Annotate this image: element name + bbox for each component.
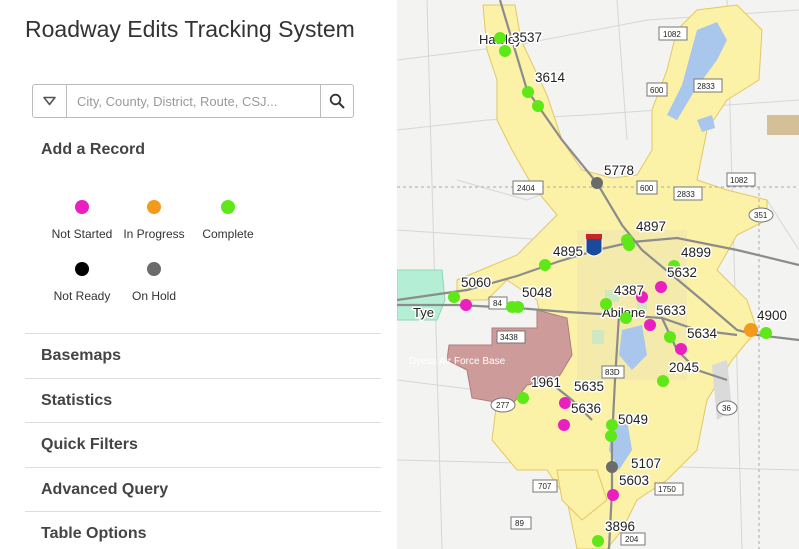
record-label: 4897 bbox=[636, 219, 666, 234]
legend-item-on-hold: On Hold bbox=[109, 262, 199, 303]
record-marker[interactable] bbox=[448, 291, 460, 303]
record-marker[interactable] bbox=[607, 489, 619, 501]
shield-label: 2404 bbox=[517, 184, 535, 193]
record-marker[interactable] bbox=[532, 100, 544, 112]
record-marker[interactable] bbox=[606, 419, 618, 431]
in-progress-dot bbox=[147, 200, 161, 214]
record-label: 5633 bbox=[656, 303, 686, 318]
shield-label: 1082 bbox=[663, 30, 681, 39]
shield-label: 83D bbox=[605, 368, 620, 377]
record-marker[interactable] bbox=[494, 32, 506, 44]
record-label: 5636 bbox=[571, 401, 601, 416]
record-marker[interactable] bbox=[517, 392, 529, 404]
record-label: 5048 bbox=[522, 285, 552, 300]
record-label: 5778 bbox=[604, 163, 634, 178]
section-table-options[interactable]: Table Options bbox=[25, 511, 381, 549]
record-marker[interactable] bbox=[655, 281, 667, 293]
search-source-dropdown[interactable] bbox=[33, 85, 67, 117]
record-label: 3537 bbox=[512, 30, 542, 45]
legend-label: On Hold bbox=[131, 289, 177, 303]
record-label: 5635 bbox=[574, 379, 604, 394]
record-marker[interactable] bbox=[539, 259, 551, 271]
record-label: 5060 bbox=[461, 275, 491, 290]
town-label: Tye bbox=[413, 305, 434, 320]
record-label: 2045 bbox=[669, 360, 699, 375]
town-label: Dyess Air Force Base bbox=[409, 356, 506, 367]
interstate-shield-icon bbox=[585, 234, 603, 257]
search-bar bbox=[32, 84, 354, 118]
app-title: Roadway Edits Tracking System bbox=[25, 16, 355, 42]
record-marker[interactable] bbox=[644, 319, 656, 331]
record-marker[interactable] bbox=[499, 45, 511, 57]
record-marker[interactable] bbox=[592, 535, 604, 547]
shield-label: 277 bbox=[496, 401, 510, 410]
record-marker[interactable] bbox=[623, 239, 635, 251]
record-marker[interactable] bbox=[657, 375, 669, 387]
search-icon bbox=[329, 93, 345, 109]
shield-label: 1750 bbox=[658, 485, 676, 494]
record-marker[interactable] bbox=[760, 327, 772, 339]
search-button[interactable] bbox=[320, 85, 353, 117]
shield-label: 351 bbox=[754, 211, 768, 220]
record-label: 5634 bbox=[687, 326, 718, 341]
shield-label: 204 bbox=[625, 535, 639, 544]
section-advanced-query[interactable]: Advanced Query bbox=[25, 467, 381, 511]
on-hold-dot bbox=[147, 262, 161, 276]
legend-label: Complete bbox=[202, 227, 254, 241]
legend-label: In Progress bbox=[123, 227, 185, 241]
add-record-link[interactable]: Add a Record bbox=[41, 141, 145, 159]
record-marker[interactable] bbox=[591, 177, 603, 189]
section-basemaps[interactable]: Basemaps bbox=[25, 333, 381, 377]
shield-label: 707 bbox=[538, 482, 552, 491]
record-label: 5632 bbox=[667, 265, 697, 280]
record-label: 3896 bbox=[605, 519, 635, 534]
record-marker[interactable] bbox=[559, 397, 571, 409]
record-label: 5107 bbox=[631, 456, 661, 471]
shield-label: 1082 bbox=[730, 176, 748, 185]
map-canvas: 1082 600 2833 2404 600 2833 1082 351 84 … bbox=[397, 0, 799, 549]
record-marker[interactable] bbox=[675, 343, 687, 355]
shield-label: 600 bbox=[650, 86, 664, 95]
legend-label: Not Ready bbox=[53, 289, 111, 303]
search-input[interactable] bbox=[67, 85, 320, 117]
shield-label: 2833 bbox=[697, 82, 715, 91]
record-marker[interactable] bbox=[664, 331, 676, 343]
legend-item-complete: Complete bbox=[183, 200, 273, 241]
record-marker[interactable] bbox=[600, 298, 612, 310]
shield-label: 2833 bbox=[677, 190, 695, 199]
section-quick-filters[interactable]: Quick Filters bbox=[25, 422, 381, 466]
map-view[interactable]: 1082 600 2833 2404 600 2833 1082 351 84 … bbox=[397, 0, 799, 549]
not-started-dot bbox=[75, 200, 89, 214]
shield-label: 36 bbox=[722, 404, 731, 413]
record-label: 4900 bbox=[757, 308, 787, 323]
record-marker[interactable] bbox=[606, 461, 618, 473]
caret-down-icon bbox=[43, 96, 56, 106]
sidebar: Roadway Edits Tracking System Add a Reco… bbox=[0, 0, 397, 549]
record-marker[interactable] bbox=[522, 86, 534, 98]
record-label: 3614 bbox=[535, 70, 566, 85]
record-label: 5603 bbox=[619, 473, 649, 488]
shield-label: 600 bbox=[640, 184, 654, 193]
record-marker[interactable] bbox=[512, 301, 524, 313]
not-ready-dot bbox=[75, 262, 89, 276]
record-marker[interactable] bbox=[460, 299, 472, 311]
record-label: 4895 bbox=[553, 244, 583, 259]
record-marker[interactable] bbox=[620, 312, 632, 324]
legend-label: Not Started bbox=[51, 227, 113, 241]
record-label: 4387 bbox=[614, 283, 644, 298]
record-marker[interactable] bbox=[605, 430, 617, 442]
shield-label: 89 bbox=[515, 519, 524, 528]
record-label: 4899 bbox=[681, 245, 711, 260]
section-statistics[interactable]: Statistics bbox=[25, 378, 381, 422]
shield-label: 3438 bbox=[500, 333, 518, 342]
record-label: 1961 bbox=[531, 375, 561, 390]
shield-label: 84 bbox=[493, 299, 502, 308]
record-marker[interactable] bbox=[744, 323, 758, 337]
record-label: 5049 bbox=[618, 412, 648, 427]
complete-dot bbox=[221, 200, 235, 214]
record-marker[interactable] bbox=[558, 419, 570, 431]
